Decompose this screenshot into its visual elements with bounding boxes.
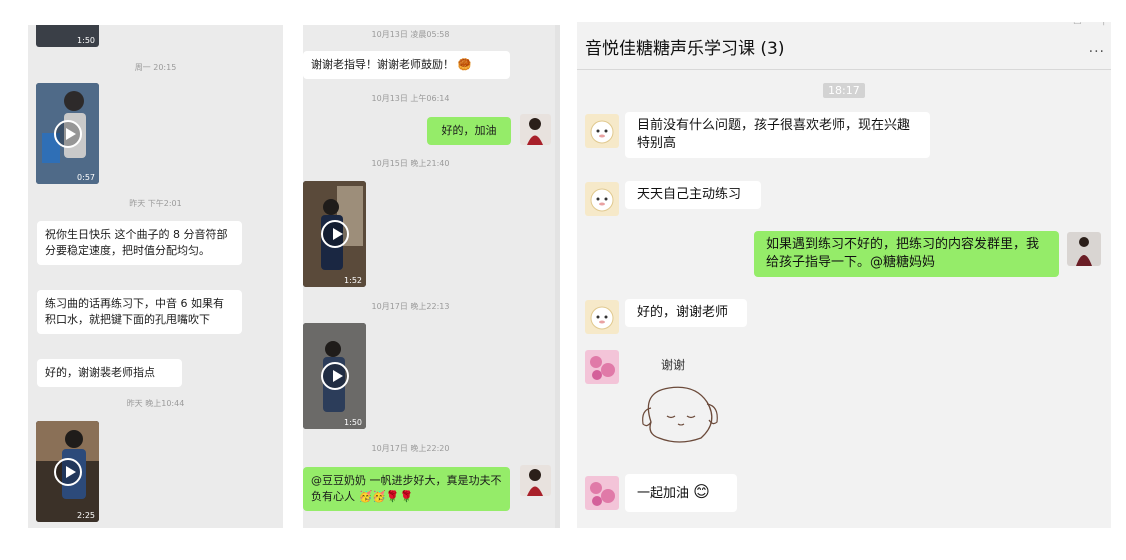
smile-emoji-icon: 😊 xyxy=(693,482,710,501)
avatar-image xyxy=(590,482,615,506)
message-text: 练习曲的话再练习下，中音 6 如果有积口水，就把键下面的孔甩嘴吹下 xyxy=(45,297,224,326)
message-bubble[interactable]: 一起加油 😊 xyxy=(625,474,737,512)
header-divider xyxy=(577,69,1111,70)
avatar-image xyxy=(1076,237,1092,266)
timestamp: 10月17日 晚上22:13 xyxy=(371,302,450,311)
timestamp: 10月15日 晚上21:40 xyxy=(371,159,450,168)
avatar[interactable] xyxy=(1067,232,1101,266)
video-duration: 1:50 xyxy=(77,36,95,45)
window-control-icon[interactable]: □ xyxy=(1073,22,1082,26)
timestamp: 10月17日 晚上22:20 xyxy=(371,444,450,453)
play-icon[interactable] xyxy=(53,457,82,486)
message-bubble[interactable]: 好的，谢谢裴老师指点 xyxy=(37,359,182,387)
scrollbar[interactable] xyxy=(555,25,560,528)
video-message[interactable]: 1:50 xyxy=(36,25,99,47)
video-message[interactable]: 1:52 xyxy=(303,181,366,287)
message-text: 目前没有什么问题，孩子很喜欢老师，现在兴趣特别高 xyxy=(637,118,911,151)
sheep-avatar-icon xyxy=(590,120,614,144)
message-bubble[interactable]: 练习曲的话再练习下，中音 6 如果有积口水，就把键下面的孔甩嘴吹下 xyxy=(37,290,242,334)
avatar[interactable] xyxy=(585,476,619,510)
message-bubble[interactable]: 好的，谢谢老师 xyxy=(625,299,747,327)
message-bubble[interactable]: 好的，加油 xyxy=(427,117,511,145)
message-text: 好的，加油 xyxy=(441,124,497,137)
sticker-message[interactable]: 谢谢 xyxy=(629,352,729,452)
message-bubble[interactable]: 祝你生日快乐 这个曲子的 8 分音符部分要稳定速度，把时值分配均匀。 xyxy=(37,221,242,265)
chat-screenshot-2: 10月13日 凌晨05:58 谢谢老指导！谢谢老师鼓励！ 🥮 10月13日 上午… xyxy=(303,25,560,528)
chat-screenshot-1: 1:50 周一 20:15 0:57 昨天 下午2:01 祝你生日快乐 这个曲子… xyxy=(28,25,283,528)
timestamp: 10月13日 上午06:14 xyxy=(371,94,450,103)
chat-title: 音悦佳糖糖声乐学习课 (3) xyxy=(585,39,785,59)
video-duration: 2:25 xyxy=(77,511,95,520)
play-icon[interactable] xyxy=(320,362,349,390)
video-message[interactable]: 1:50 xyxy=(303,323,366,429)
avatar[interactable] xyxy=(585,114,619,148)
message-bubble[interactable]: 天天自己主动练习 xyxy=(625,181,761,209)
avatar[interactable] xyxy=(520,465,551,496)
video-duration: 1:52 xyxy=(344,276,362,285)
message-text: 好的，谢谢老师 xyxy=(637,305,729,320)
message-bubble[interactable]: @豆豆奶奶 一帆进步好大，真是功夫不负有心人 🥳🥳🌹🌹 xyxy=(303,467,510,511)
message-text: 天天自己主动练习 xyxy=(637,187,742,202)
avatar[interactable] xyxy=(520,114,551,145)
more-options-icon[interactable]: ... xyxy=(1089,40,1105,56)
message-bubble[interactable]: 目前没有什么问题，孩子很喜欢老师，现在兴趣特别高 xyxy=(625,112,930,158)
timestamp: 昨天 下午2:01 xyxy=(129,199,182,208)
window-control-icon[interactable]: ⌐ xyxy=(1005,22,1013,26)
message-text: 谢谢老指导！谢谢老师鼓励！ xyxy=(311,58,454,71)
avatar-image xyxy=(527,469,543,496)
emoji-icon: 🥮 xyxy=(457,58,472,71)
timestamp: 10月13日 凌晨05:58 xyxy=(371,30,450,39)
video-duration: 0:57 xyxy=(77,173,95,182)
timestamp: 18:17 xyxy=(823,83,865,98)
play-icon[interactable] xyxy=(53,119,82,148)
chat-window: ⌐ □ ╮ 音悦佳糖糖声乐学习课 (3) ... 18:17 目前没有什么问题，… xyxy=(577,22,1111,528)
emoji-icon: 🥳🥳🌹🌹 xyxy=(358,490,414,503)
avatar[interactable] xyxy=(585,350,619,384)
timestamp: 周一 20:15 xyxy=(134,63,177,72)
message-text: 好的，谢谢裴老师指点 xyxy=(45,366,155,379)
avatar[interactable] xyxy=(585,300,619,334)
message-text: 一起加油 xyxy=(637,486,690,501)
timestamp: 昨天 晚上10:44 xyxy=(126,399,185,408)
sheep-avatar-icon xyxy=(590,188,614,212)
avatar[interactable] xyxy=(585,182,619,216)
window-control-icon[interactable]: ╮ xyxy=(1101,22,1106,26)
avatar-image xyxy=(527,118,543,145)
video-duration: 1:50 xyxy=(344,418,362,427)
sheep-avatar-icon xyxy=(590,306,614,330)
video-message[interactable]: 2:25 xyxy=(36,421,99,522)
video-message[interactable]: 0:57 xyxy=(36,83,99,184)
message-text: 祝你生日快乐 这个曲子的 8 分音符部分要稳定速度，把时值分配均匀。 xyxy=(45,228,228,257)
message-bubble[interactable]: 谢谢老指导！谢谢老师鼓励！ 🥮 xyxy=(303,51,510,79)
message-bubble[interactable]: 如果遇到练习不好的，把练习的内容发群里，我给孩子指导一下。@糖糖妈妈 xyxy=(754,231,1059,277)
sticker-icon xyxy=(642,386,718,443)
message-text: 如果遇到练习不好的，把练习的内容发群里，我给孩子指导一下。@糖糖妈妈 xyxy=(766,237,1040,270)
play-icon[interactable] xyxy=(320,220,349,248)
avatar-image xyxy=(590,356,615,380)
